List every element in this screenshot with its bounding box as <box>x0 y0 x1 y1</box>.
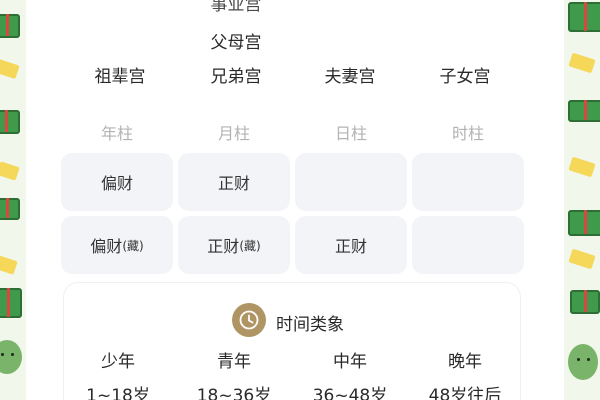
stage-old-age-range: 48岁往后 <box>428 386 502 400</box>
palace-spouse: 夫妻宫 <box>324 67 376 87</box>
cell-month-branch[interactable]: 正财 (藏) <box>178 216 290 274</box>
gift-icon <box>0 288 22 318</box>
stage-young-adult-range: 18~36岁 <box>196 386 272 400</box>
stage-young-adult-label: 青年 <box>217 352 251 372</box>
stage-old-age-label: 晚年 <box>448 352 482 372</box>
stage-youth-label: 少年 <box>101 352 135 372</box>
cell-text: 偏财 <box>100 174 133 193</box>
pillar-day: 日柱 <box>334 124 367 143</box>
cell-hour-stem[interactable] <box>412 153 524 211</box>
star-icon <box>0 58 20 80</box>
right-decoration-strip <box>564 0 600 400</box>
stage-youth-range: 1~18岁 <box>86 386 150 400</box>
hidden-tag: (藏) <box>239 238 261 253</box>
palace-siblings: 兄弟宫 <box>210 67 262 87</box>
cell-text: 正财 <box>334 237 367 256</box>
palace-career: 事业宫 <box>210 0 262 15</box>
gift-icon <box>0 198 20 220</box>
pillar-year: 年柱 <box>100 124 133 143</box>
palace-ancestors: 祖辈宫 <box>94 67 146 87</box>
cell-text: 正财 <box>207 237 240 256</box>
gift-icon <box>570 290 600 314</box>
star-icon <box>0 255 18 275</box>
cell-day-branch[interactable]: 正财 <box>295 216 407 274</box>
clock-icon <box>232 303 266 337</box>
pillar-hour: 时柱 <box>451 124 484 143</box>
star-icon <box>568 156 596 178</box>
cell-month-stem[interactable]: 正财 <box>178 153 290 211</box>
time-section-title: 时间类象 <box>276 315 344 335</box>
stage-middle-age-label: 中年 <box>333 352 367 372</box>
cell-text: 正财 <box>217 174 250 193</box>
cell-year-branch[interactable]: 偏财 (藏) <box>61 216 173 274</box>
cell-year-stem[interactable]: 偏财 <box>61 153 173 211</box>
gift-icon <box>568 210 600 236</box>
star-icon <box>568 248 596 270</box>
palace-parents: 父母宫 <box>210 33 262 53</box>
palace-children: 子女宫 <box>439 67 491 87</box>
gift-icon <box>0 14 20 38</box>
star-icon <box>568 52 596 74</box>
cell-day-stem[interactable] <box>295 153 407 211</box>
pillar-month: 月柱 <box>217 124 250 143</box>
hidden-tag: (藏) <box>122 238 144 253</box>
character-icon <box>568 344 598 380</box>
left-decoration-strip <box>0 0 26 400</box>
cell-text: 偏财 <box>90 237 123 256</box>
cell-hour-branch[interactable] <box>412 216 524 274</box>
gift-icon <box>0 110 20 134</box>
character-icon <box>0 340 22 374</box>
star-icon <box>0 161 20 181</box>
gift-icon <box>568 100 600 122</box>
gift-icon <box>568 2 600 32</box>
stage-middle-age-range: 36~48岁 <box>312 386 388 400</box>
